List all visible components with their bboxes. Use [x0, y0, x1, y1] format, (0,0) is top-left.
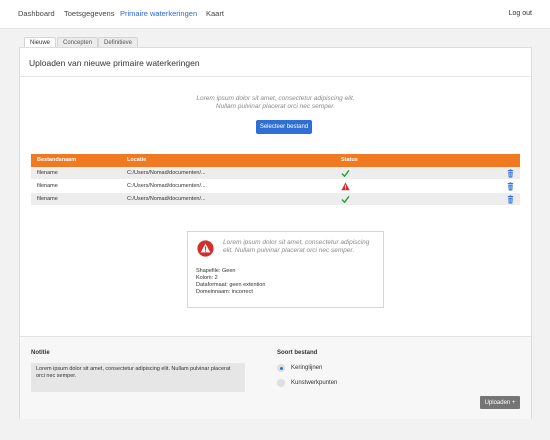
- check-icon: [341, 196, 350, 203]
- radio-keringlijnen[interactable]: [277, 364, 285, 372]
- header-locatie: Locatie: [127, 157, 147, 163]
- logout-link[interactable]: Log out: [509, 10, 532, 17]
- radio-kunstwerkpunten[interactable]: [277, 379, 285, 387]
- upload-footer: Notitie Lorem ipsum dolor sit amet, cons…: [20, 336, 531, 419]
- trash-icon[interactable]: [506, 169, 515, 178]
- header-bestandsnaam: Bestandsnaam: [37, 157, 77, 163]
- notitie-field[interactable]: Lorem ipsum dolor sit amet, consectetur …: [31, 363, 245, 392]
- table-row: filename C:/Users/Nomad/documenten/...: [31, 193, 520, 206]
- cell-filename: filename: [37, 170, 58, 176]
- cell-filename: filename: [37, 183, 58, 189]
- nav-dashboard[interactable]: Dashboard: [18, 9, 55, 18]
- error-message: Lorem ipsum dolor sit amet, consectetur …: [223, 239, 369, 255]
- trash-icon[interactable]: [506, 195, 515, 204]
- warning-icon: [341, 182, 350, 191]
- header-status: Status: [341, 157, 358, 163]
- table-row: filename C:/Users/Nomad/documenten/...: [31, 180, 520, 193]
- notitie-label: Notitie: [31, 350, 50, 356]
- info-domeinnaam: Domeinnaam: incorrect: [196, 289, 253, 295]
- page-title: Uploaden van nieuwe primaire waterkering…: [29, 58, 200, 68]
- soort-bestand-label: Soort bestand: [277, 350, 318, 356]
- select-file-button[interactable]: Selecteer bestand: [256, 120, 312, 134]
- table-header: Bestandsnaam Locatie Status: [31, 154, 520, 167]
- error-warning-icon: [197, 240, 214, 257]
- cell-filename: filename: [37, 196, 58, 202]
- info-shapefile: Shapefile: Geen: [196, 268, 236, 274]
- nav-primaire-waterkeringen[interactable]: Primaire waterkeringen: [120, 9, 197, 18]
- cell-location: C:/Users/Nomad/documenten/...: [127, 170, 206, 176]
- table-row: filename C:/Users/Nomad/documenten/...: [31, 167, 520, 180]
- nav-kaart[interactable]: Kaart: [206, 9, 224, 18]
- upload-button[interactable]: Uploaden +: [480, 396, 520, 409]
- info-dataformaat: Dataformaat: geen extention: [196, 282, 266, 288]
- error-line-2: elit. Nullam pulvinar placerat orci nec …: [223, 247, 355, 254]
- file-table: Bestandsnaam Locatie Status filename C:/…: [31, 154, 520, 206]
- divider: [20, 76, 531, 77]
- cell-location: C:/Users/Nomad/documenten/...: [127, 196, 206, 202]
- intro-line-2: Nullam pulvinar placerat orci nec semper…: [215, 103, 336, 110]
- nav-toetsgegevens[interactable]: Toetsgegevens: [64, 9, 114, 18]
- intro-text: Lorem ipsum dolor sit amet, consectetur …: [20, 95, 531, 111]
- radio-label-keringlijnen: Keringlijnen: [291, 365, 323, 371]
- radio-label-kunstwerkpunten: Kunstwerkpunten: [291, 380, 338, 386]
- top-navigation: Dashboard Toetsgegevens Primaire waterke…: [0, 0, 550, 29]
- error-line-1: Lorem ipsum dolor sit amet, consectetur …: [223, 239, 370, 246]
- error-details-box: Lorem ipsum dolor sit amet, consectetur …: [187, 231, 384, 308]
- intro-line-1: Lorem ipsum dolor sit amet, consectetur …: [196, 95, 355, 102]
- upload-card: Uploaden van nieuwe primaire waterkering…: [19, 47, 532, 419]
- error-info: Shapefile: Geen Kolom: 2 Dataformaat: ge…: [196, 268, 265, 296]
- trash-icon[interactable]: [506, 182, 515, 191]
- check-icon: [341, 170, 350, 177]
- cell-location: C:/Users/Nomad/documenten/...: [127, 183, 206, 189]
- info-kolom: Kolom: 2: [196, 275, 218, 281]
